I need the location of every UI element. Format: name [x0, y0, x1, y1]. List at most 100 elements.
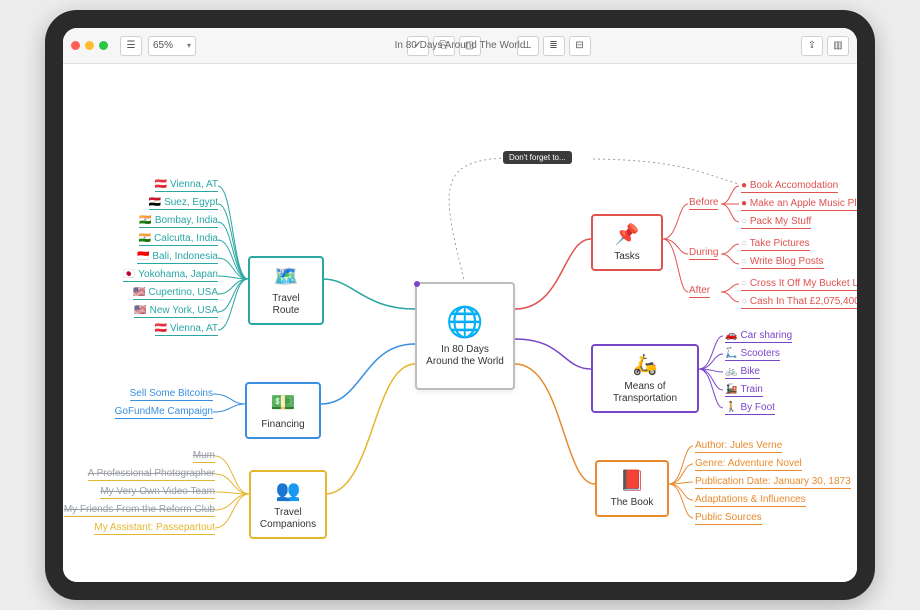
people-icon: 👥 — [276, 478, 301, 503]
companion-item[interactable]: My Friends From the Reform Club — [64, 504, 215, 517]
transport-icon: 🛵 — [633, 352, 658, 377]
route-stop[interactable]: 🇪🇬Suez, Egypt — [149, 197, 218, 210]
task-group-label[interactable]: Before — [689, 197, 718, 210]
traffic-lights[interactable] — [71, 41, 108, 50]
close-icon[interactable] — [71, 41, 80, 50]
route-stop[interactable]: 🇺🇸Cupertino, USA — [133, 287, 218, 300]
add-sibling-icon[interactable]: ≣ — [543, 36, 565, 56]
transport-item[interactable]: 🚶By Foot — [725, 402, 775, 415]
node-travel-route[interactable]: 🗺️ Travel Route — [248, 256, 324, 325]
node-book[interactable]: 📕 The Book — [595, 460, 669, 517]
node-financing[interactable]: 💵 Financing — [245, 382, 321, 439]
app-window: In 80 Days Around The World ☰ 65% ✓ ⎘ ▢ … — [63, 28, 857, 582]
toolbar-share-group: ⇪ ▥ — [801, 36, 849, 56]
task-item[interactable]: ○ Cross It Off My Bucket List — [741, 278, 857, 291]
unchecked-icon: ○ — [741, 296, 747, 307]
money-icon: 💵 — [271, 390, 296, 415]
companion-item[interactable]: My Assistant: Passepartout — [94, 522, 215, 535]
pin-icon: 📌 — [615, 222, 640, 247]
flag-icon: 🇯🇵 — [123, 269, 135, 280]
flag-icon: 🇺🇸 — [133, 287, 145, 298]
book-item[interactable]: Publication Date: January 30, 1873 — [695, 476, 851, 489]
transport-item[interactable]: 🚗Car sharing — [725, 330, 792, 343]
route-stop[interactable]: 🇮🇳Calcutta, India — [139, 233, 218, 246]
flag-icon: 🇮🇳 — [139, 215, 151, 226]
unchecked-icon: ○ — [741, 278, 747, 289]
node-marker-icon — [414, 281, 420, 287]
transport-item[interactable]: 🛴Scooters — [725, 348, 780, 361]
task-item[interactable]: ○ Write Blog Posts — [741, 256, 824, 269]
task-item[interactable]: ○ Pack My Stuff — [741, 216, 811, 229]
task-item[interactable]: ● Book Accomodation — [741, 180, 838, 193]
fullscreen-icon[interactable] — [99, 41, 108, 50]
callout-reminder[interactable]: Don't forget to... — [503, 151, 572, 164]
add-child-icon[interactable]: ⊥ — [517, 36, 539, 56]
task-item[interactable]: ● Make an Apple Music Playlist — [741, 198, 857, 211]
toolbar: In 80 Days Around The World ☰ 65% ✓ ⎘ ▢ … — [63, 28, 857, 64]
check-icon: ● — [741, 180, 747, 191]
layout-icon[interactable]: ⊟ — [569, 36, 591, 56]
transport-item-icon: 🚂 — [725, 384, 737, 395]
transport-item-icon: 🚲 — [725, 366, 737, 377]
financing-item[interactable]: Sell Some Bitcoins — [130, 388, 213, 401]
task-item[interactable]: ○ Take Pictures — [741, 238, 810, 251]
book-item[interactable]: Author: Jules Verne — [695, 440, 782, 453]
flag-icon: 🇪🇬 — [149, 197, 161, 208]
book-item[interactable]: Genre: Adventure Novel — [695, 458, 802, 471]
inspector-icon[interactable]: ▥ — [827, 36, 849, 56]
attachment-icon[interactable]: ⎘ — [433, 36, 455, 56]
unchecked-icon: ○ — [741, 238, 747, 249]
companion-item[interactable]: A Professional Photographer — [88, 468, 215, 481]
flag-icon: 🇦🇹 — [155, 323, 167, 334]
node-companions[interactable]: 👥 Travel Companions — [249, 470, 327, 539]
node-label: Travel Route — [258, 293, 314, 317]
transport-item[interactable]: 🚂Train — [725, 384, 763, 397]
node-label: The Book — [611, 497, 654, 509]
unchecked-icon: ○ — [741, 216, 747, 227]
companion-item[interactable]: My Very Own Video Team — [100, 486, 215, 499]
route-stop[interactable]: 🇦🇹Vienna, AT — [155, 179, 218, 192]
flag-icon: 🇺🇸 — [134, 305, 146, 316]
flag-icon: 🇦🇹 — [155, 179, 167, 190]
unchecked-icon: ○ — [741, 256, 747, 267]
node-label: Means of Transportation — [601, 381, 689, 405]
toolbar-node-group: ⊥ ≣ ⊟ — [517, 36, 591, 56]
route-stop[interactable]: 🇺🇸New York, USA — [134, 305, 218, 318]
transport-item-icon: 🚶 — [725, 402, 737, 413]
task-group-label[interactable]: During — [689, 247, 718, 260]
map-icon: 🗺️ — [274, 264, 299, 289]
task-item[interactable]: ○ Cash In That £2,075,400 Wager — [741, 296, 857, 309]
minimize-icon[interactable] — [85, 41, 94, 50]
node-label: Travel Companions — [259, 507, 317, 531]
center-title: In 80 Days Around the World — [425, 344, 505, 368]
transport-item[interactable]: 🚲Bike — [725, 366, 760, 379]
node-transport[interactable]: 🛵 Means of Transportation — [591, 344, 699, 413]
node-label: Tasks — [614, 251, 640, 263]
ipad-frame: In 80 Days Around The World ☰ 65% ✓ ⎘ ▢ … — [45, 10, 875, 600]
flag-icon: 🇮🇳 — [139, 233, 151, 244]
toolbar-insert-group: ✓ ⎘ ▢ — [407, 36, 481, 56]
companion-item[interactable]: Mum — [193, 450, 215, 463]
financing-item[interactable]: GoFundMe Campaign — [115, 406, 213, 419]
transport-item-icon: 🚗 — [725, 330, 737, 341]
node-label: Financing — [261, 419, 304, 431]
route-stop[interactable]: 🇯🇵Yokohama, Japan — [123, 269, 218, 282]
sidebar-toggle-button[interactable]: ☰ — [120, 36, 142, 56]
route-stop[interactable]: 🇮🇩Bali, Indonesia — [137, 251, 218, 264]
route-stop[interactable]: 🇮🇳Bombay, India — [139, 215, 218, 228]
share-icon[interactable]: ⇪ — [801, 36, 823, 56]
zoom-select[interactable]: 65% — [148, 36, 196, 56]
transport-item-icon: 🛴 — [725, 348, 737, 359]
book-item[interactable]: Public Sources — [695, 512, 762, 525]
center-node[interactable]: 🌐 In 80 Days Around the World — [415, 282, 515, 390]
book-item[interactable]: Adaptations & Influences — [695, 494, 806, 507]
task-icon[interactable]: ✓ — [407, 36, 429, 56]
node-tasks[interactable]: 📌 Tasks — [591, 214, 663, 271]
task-group-label[interactable]: After — [689, 285, 710, 298]
check-icon: ● — [741, 198, 747, 209]
book-icon: 📕 — [620, 468, 645, 493]
mindmap-canvas[interactable]: Don't forget to... 🌐 In 80 Days Around t… — [63, 64, 857, 582]
flag-icon: 🇮🇩 — [137, 251, 149, 262]
image-icon[interactable]: ▢ — [459, 36, 481, 56]
route-stop[interactable]: 🇦🇹Vienna, AT — [155, 323, 218, 336]
